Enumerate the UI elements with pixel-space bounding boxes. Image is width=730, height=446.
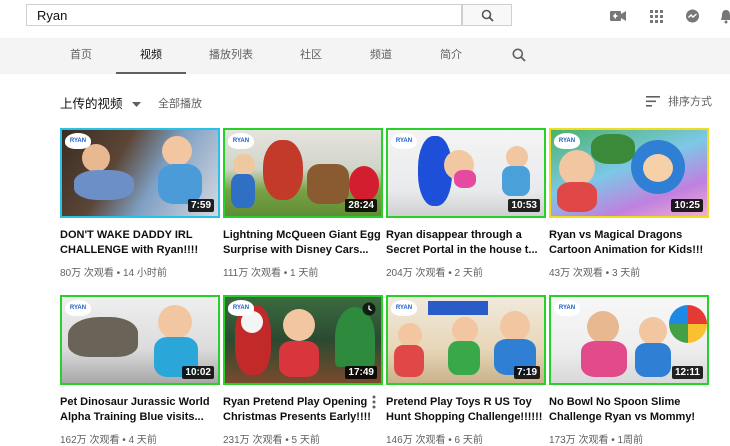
video-meta: 231万 次观看 • 5 天前 <box>223 435 320 446</box>
video-thumbnail[interactable]: RYAN 28:24 <box>223 128 383 218</box>
ryan-logo: RYAN <box>228 133 254 149</box>
video-card[interactable]: RYAN 10:25 Ryan vs Magical Dragons Carto… <box>549 128 709 279</box>
video-card[interactable]: RYAN 28:24 Lightning McQueen Giant Egg S… <box>223 128 383 279</box>
ryan-logo: RYAN <box>65 300 91 316</box>
more-actions-icon[interactable] <box>372 395 376 409</box>
video-card[interactable]: RYAN 10:53 Ryan disappear through a Secr… <box>386 128 546 279</box>
video-title[interactable]: Ryan disappear through a Secret Portal i… <box>386 228 546 258</box>
video-meta: 43万 次观看 • 3 天前 <box>549 268 641 279</box>
video-title[interactable]: Lightning McQueen Giant Egg Surprise wit… <box>223 228 383 258</box>
video-thumbnail[interactable]: RYAN 10:25 <box>549 128 709 218</box>
tab-community[interactable]: 社区 <box>298 38 324 72</box>
video-duration: 10:02 <box>182 366 214 379</box>
video-meta: 146万 次观看 • 6 天前 <box>386 435 483 446</box>
video-thumbnail[interactable]: RYAN 7:19 <box>386 295 546 385</box>
video-title[interactable]: Ryan Pretend Play Opening Christmas Pres… <box>223 395 383 425</box>
ryan-logo: RYAN <box>65 133 91 149</box>
video-thumbnail[interactable]: RYAN 17:49 <box>223 295 383 385</box>
tab-about[interactable]: 简介 <box>438 38 464 72</box>
video-duration: 17:49 <box>345 366 377 379</box>
video-card[interactable]: RYAN 7:59 DON'T WAKE DADDY IRL CHALLENGE… <box>60 128 220 279</box>
video-title[interactable]: No Bowl No Spoon Slime Challenge Ryan vs… <box>549 395 709 425</box>
sort-by[interactable]: 排序方式 <box>646 93 712 109</box>
video-title[interactable]: DON'T WAKE DADDY IRL CHALLENGE with Ryan… <box>60 228 220 258</box>
video-thumbnail[interactable]: RYAN 10:02 <box>60 295 220 385</box>
search-icon <box>481 9 494 22</box>
video-title[interactable]: Ryan vs Magical Dragons Cartoon Animatio… <box>549 228 709 258</box>
uploads-title-label: 上传的视频 <box>60 97 123 111</box>
notifications-bell-icon[interactable] <box>718 8 730 24</box>
tab-home[interactable]: 首页 <box>68 38 94 72</box>
channel-tabs: 首页 视频 播放列表 社区 频道 简介 <box>0 38 730 74</box>
messages-icon[interactable] <box>684 8 700 24</box>
video-meta: 80万 次观看 • 14 小时前 <box>60 268 167 279</box>
video-card[interactable]: RYAN 7:19 Pretend Play Toys R US Toy Hun… <box>386 295 546 446</box>
video-duration: 7:19 <box>513 366 540 379</box>
masthead <box>0 0 730 36</box>
search-input[interactable] <box>26 4 462 26</box>
video-meta: 173万 次观看 • 1周前 <box>549 435 644 446</box>
ryan-logo: RYAN <box>554 300 580 316</box>
video-duration: 10:53 <box>508 199 540 212</box>
video-meta: 162万 次观看 • 4 天前 <box>60 435 157 446</box>
video-duration: 12:11 <box>671 366 703 379</box>
dropdown-caret-icon <box>132 101 141 107</box>
video-duration: 7:59 <box>187 199 214 212</box>
video-card[interactable]: RYAN 10:02 Pet Dinosaur Jurassic World A… <box>60 295 220 446</box>
video-meta: 111万 次观看 • 1 天前 <box>223 268 319 279</box>
sort-icon <box>646 95 660 107</box>
search-button[interactable] <box>462 4 512 26</box>
video-thumbnail[interactable]: RYAN 12:11 <box>549 295 709 385</box>
watch-later-icon[interactable] <box>362 302 376 321</box>
play-all-link[interactable]: 全部播放 <box>158 95 202 111</box>
video-title[interactable]: Pet Dinosaur Jurassic World Alpha Traini… <box>60 395 220 425</box>
video-card[interactable]: RYAN 17:49 Ryan Pretend Play Opening Chr… <box>223 295 383 446</box>
tab-playlists[interactable]: 播放列表 <box>206 38 256 72</box>
video-meta: 204万 次观看 • 2 天前 <box>386 268 483 279</box>
video-title[interactable]: Pretend Play Toys R US Toy Hunt Shopping… <box>386 395 546 425</box>
sort-label: 排序方式 <box>668 96 712 108</box>
tab-channels[interactable]: 频道 <box>368 38 394 72</box>
tab-videos[interactable]: 视频 <box>116 38 186 74</box>
video-card[interactable]: RYAN 12:11 No Bowl No Spoon Slime Challe… <box>549 295 709 446</box>
apps-grid-icon[interactable] <box>648 8 664 24</box>
video-thumbnail[interactable]: RYAN 7:59 <box>60 128 220 218</box>
ryan-logo: RYAN <box>391 300 417 316</box>
video-thumbnail[interactable]: RYAN 10:53 <box>386 128 546 218</box>
uploads-title[interactable]: 上传的视频 <box>60 93 141 112</box>
channel-search-icon[interactable] <box>512 48 526 67</box>
video-duration: 10:25 <box>671 199 703 212</box>
video-duration: 28:24 <box>345 199 377 212</box>
ryan-logo: RYAN <box>554 133 580 149</box>
ryan-logo: RYAN <box>228 300 254 316</box>
create-video-icon[interactable] <box>610 8 626 24</box>
ryan-logo: RYAN <box>391 133 417 149</box>
